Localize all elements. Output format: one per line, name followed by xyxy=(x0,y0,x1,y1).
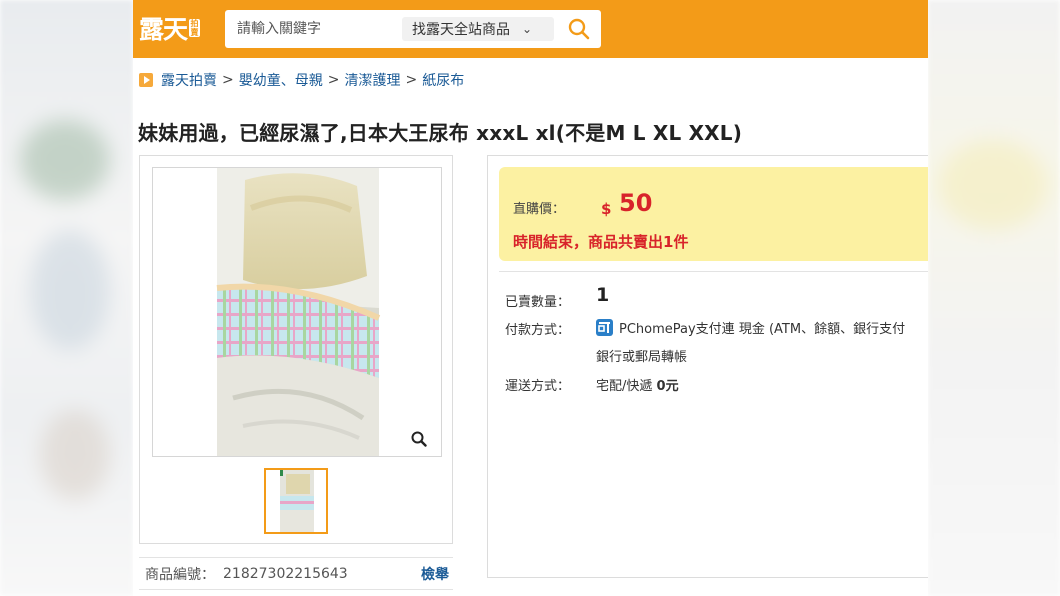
magnifier-icon xyxy=(411,431,427,447)
search-input[interactable] xyxy=(225,10,407,48)
shipping-value: 宅配/快遞 xyxy=(596,379,653,394)
logo-text: 露天 xyxy=(139,15,188,44)
product-number-value: 21827302215643 xyxy=(223,565,348,582)
play-icon xyxy=(139,73,153,87)
breadcrumb-separator: > xyxy=(327,72,340,88)
thumbnail-photo xyxy=(266,470,326,532)
report-link[interactable]: 檢舉 xyxy=(421,564,449,584)
payment-methods: PChomePay支付連 現金 (ATM、餘額、銀行支付 xyxy=(596,318,905,337)
breadcrumb: 露天拍賣 > 嬰幼童、母親 > 清潔護理 > 紙尿布 xyxy=(139,70,464,90)
sale-status: 時間結束，商品共賣出1件 xyxy=(513,233,689,251)
search-button[interactable] xyxy=(563,14,595,44)
chevron-down-icon: ⌄ xyxy=(522,22,533,36)
price-currency: $ xyxy=(601,200,612,218)
logo-badge: 拍賣 xyxy=(189,19,201,37)
purchase-info-panel: 直購價： $ 50 時間結束，商品共賣出1件 已賣數量： 1 付款方式： PCh… xyxy=(487,155,928,578)
sold-count-label: 已賣數量： xyxy=(505,295,571,310)
shipping-fee: 0元 xyxy=(656,379,679,394)
auction-page: 露天 拍賣 找露天全站商品 ⌄ 露天拍賣 > 嬰幼童、母親 > 清潔護理 > 紙… xyxy=(133,0,928,596)
payment-line-1: PChomePay支付連 現金 (ATM、餘額、銀行支付 xyxy=(619,322,906,337)
price-value: 50 xyxy=(619,189,653,217)
search-bar: 找露天全站商品 ⌄ xyxy=(225,10,601,48)
shipping-method: 宅配/快遞 0元 xyxy=(596,375,679,394)
search-icon xyxy=(568,18,590,40)
pchomepay-icon xyxy=(596,319,613,336)
breadcrumb-item-home[interactable]: 露天拍賣 xyxy=(161,70,217,90)
search-scope-dropdown[interactable]: 找露天全站商品 ⌄ xyxy=(402,17,554,41)
background-left xyxy=(0,0,133,596)
scope-label: 找露天全站商品 xyxy=(412,22,510,38)
product-thumbnail[interactable] xyxy=(264,468,328,534)
breadcrumb-separator: > xyxy=(222,72,234,88)
background-right xyxy=(928,0,1060,596)
breadcrumb-separator: > xyxy=(405,72,418,88)
payment-label: 付款方式： xyxy=(505,323,571,338)
ruten-logo[interactable]: 露天 拍賣 xyxy=(139,9,201,47)
divider xyxy=(499,271,928,272)
product-number-label: 商品編號： xyxy=(145,566,215,583)
price-label: 直購價： xyxy=(513,202,566,217)
product-title: 妹妹用過，已經尿濕了,日本大王尿布 xxxL xl(不是M L XL XXL) xyxy=(138,121,743,145)
product-gallery xyxy=(139,155,453,544)
breadcrumb-item-diapers[interactable]: 紙尿布 xyxy=(422,70,464,90)
shipping-label: 運送方式： xyxy=(505,379,571,394)
product-main-image[interactable] xyxy=(152,167,442,457)
price-box: 直購價： $ 50 時間結束，商品共賣出1件 xyxy=(499,167,928,261)
zoom-button[interactable] xyxy=(405,425,433,453)
breadcrumb-item-care[interactable]: 清潔護理 xyxy=(344,70,400,90)
diaper-photo xyxy=(153,168,441,456)
site-header: 露天 拍賣 找露天全站商品 ⌄ xyxy=(133,0,928,58)
breadcrumb-item-baby[interactable]: 嬰幼童、母親 xyxy=(239,70,323,90)
sold-count-value: 1 xyxy=(596,284,610,306)
payment-line-2: 銀行或郵局轉帳 xyxy=(596,350,688,365)
product-number-row: 商品編號： 21827302215643 檢舉 xyxy=(139,557,453,590)
